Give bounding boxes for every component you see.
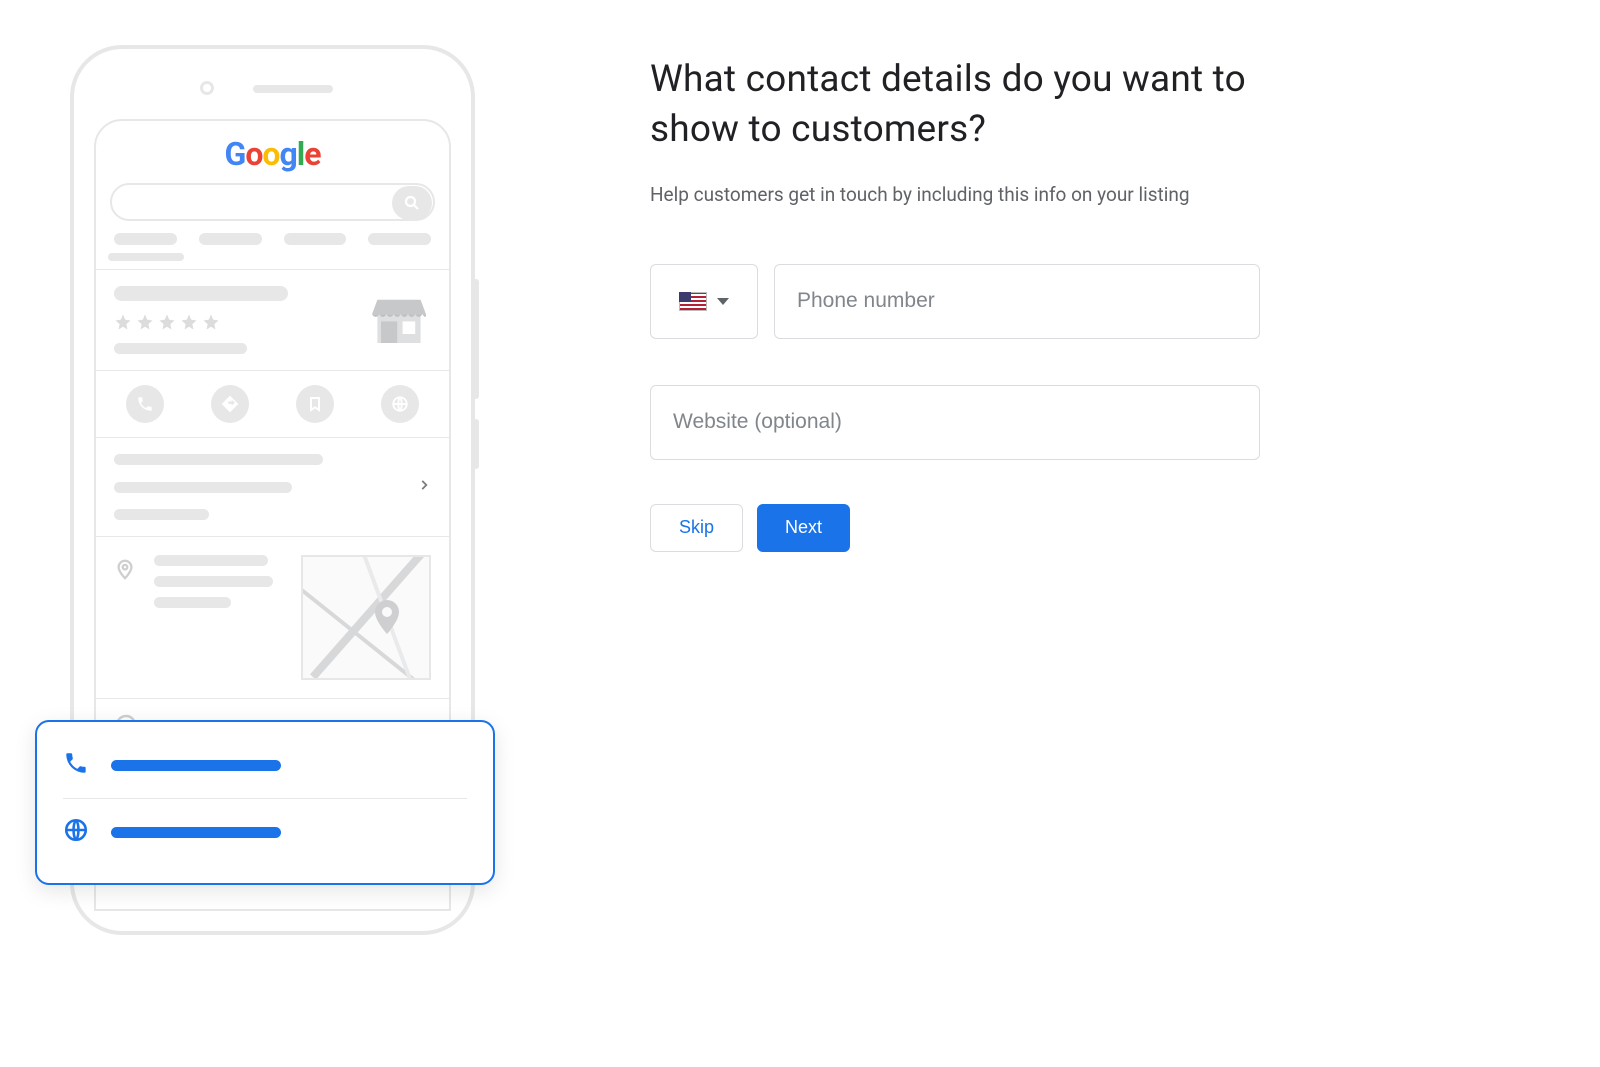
globe-icon <box>63 817 89 847</box>
chevron-right-icon <box>417 475 431 499</box>
phone-icon <box>63 750 89 780</box>
save-action-icon <box>296 385 334 423</box>
chevron-down-icon <box>717 298 729 305</box>
directions-action-icon <box>211 385 249 423</box>
location-pin-icon <box>114 555 136 587</box>
page-heading: What contact details do you want to show… <box>650 55 1270 155</box>
callout-website-row <box>63 798 467 865</box>
callout-phone-row <box>63 732 467 798</box>
storefront-icon <box>363 280 435 352</box>
contact-preview-callout <box>35 720 495 885</box>
search-icon <box>392 186 432 220</box>
map-thumbnail <box>301 555 431 680</box>
page-subheading: Help customers get in touch by including… <box>650 183 1510 206</box>
call-action-icon <box>126 385 164 423</box>
skip-button[interactable]: Skip <box>650 504 743 552</box>
website-input[interactable] <box>650 385 1260 460</box>
country-code-selector[interactable] <box>650 264 758 339</box>
us-flag-icon <box>679 292 707 311</box>
search-bar <box>110 183 435 221</box>
next-button[interactable]: Next <box>757 504 850 552</box>
website-action-icon <box>381 385 419 423</box>
google-logo: Google <box>225 135 321 173</box>
phone-number-input[interactable] <box>774 264 1260 339</box>
